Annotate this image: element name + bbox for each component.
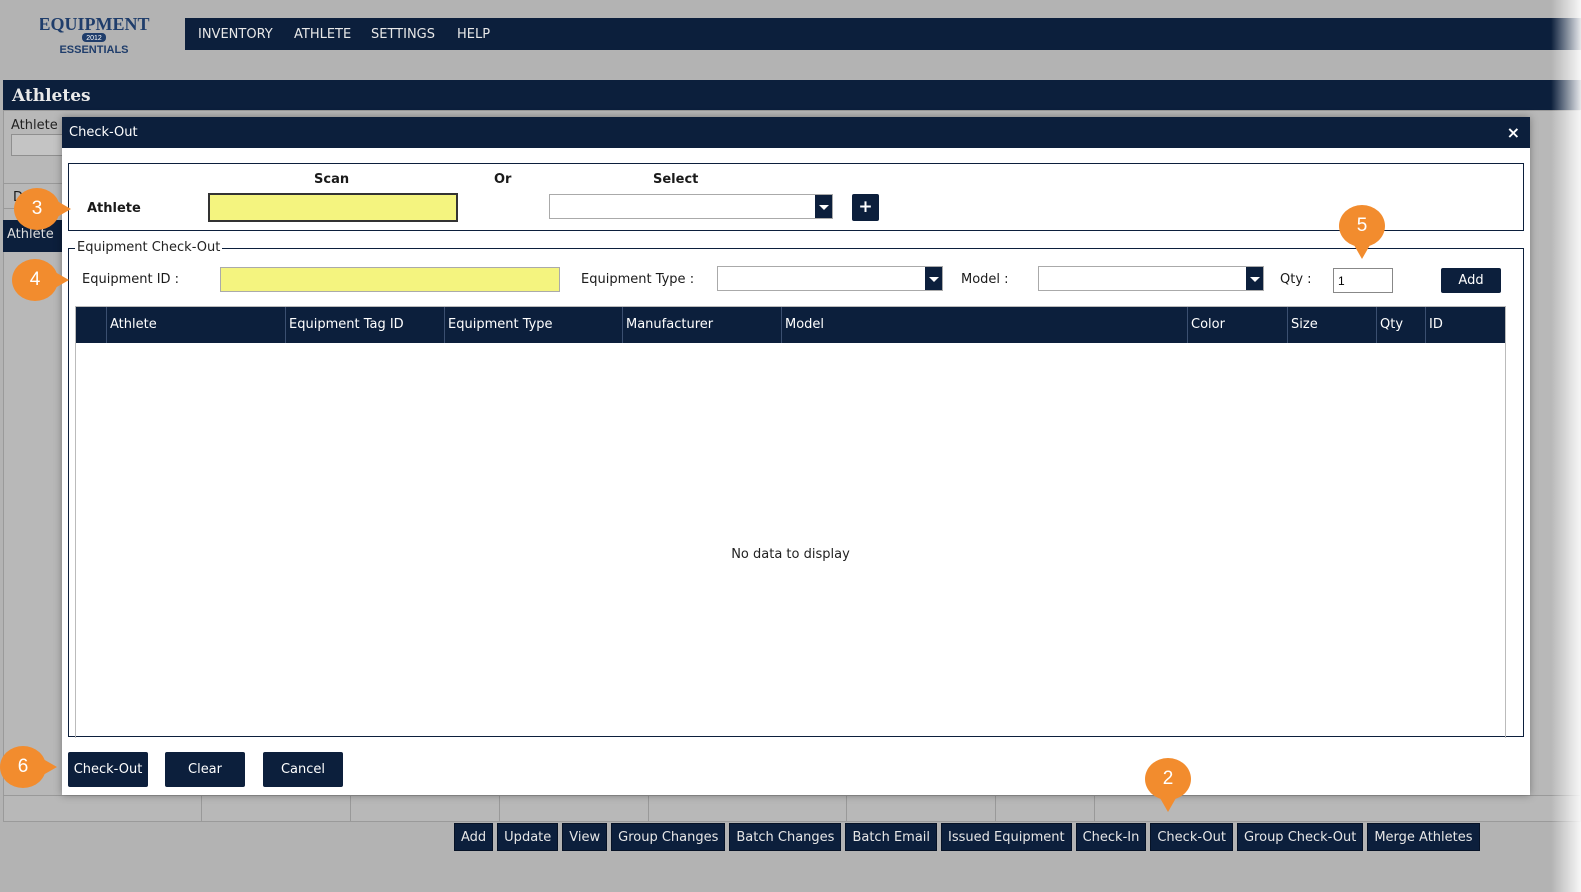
equipment-legend: Equipment Check-Out — [75, 240, 223, 255]
grid-header: Athlete Equipment Tag ID Equipment Type … — [76, 307, 1505, 343]
cancel-button[interactable]: Cancel — [263, 752, 343, 787]
qty-input[interactable] — [1333, 268, 1393, 293]
group-check-out-button[interactable]: Group Check-Out — [1236, 823, 1364, 851]
modal-titlebar: Check-Out × — [62, 117, 1530, 148]
bg-athlete-input[interactable] — [11, 134, 63, 156]
page-title: Athletes — [12, 86, 91, 106]
or-header: Or — [494, 172, 512, 187]
athlete-label: Athlete — [87, 201, 141, 216]
chevron-down-icon[interactable] — [815, 195, 832, 218]
issued-equipment-button[interactable]: Issued Equipment — [941, 823, 1072, 851]
group-changes-button[interactable]: Group Changes — [611, 823, 726, 851]
nav-settings[interactable]: SETTINGS — [371, 27, 435, 42]
select-header: Select — [653, 172, 699, 187]
modal-title: Check-Out — [69, 125, 138, 140]
model-select[interactable] — [1038, 266, 1264, 291]
update-button[interactable]: Update — [497, 823, 559, 851]
bg-grid-row — [3, 795, 1581, 822]
col-id[interactable]: ID — [1425, 307, 1505, 343]
col-size[interactable]: Size — [1287, 307, 1376, 343]
checkout-submit-button[interactable]: Check-Out — [68, 752, 148, 787]
nav-inventory[interactable]: INVENTORY — [198, 27, 273, 42]
athlete-scan-input[interactable] — [208, 193, 458, 222]
callout-marker-5: 5 — [1339, 205, 1385, 259]
batch-email-button[interactable]: Batch Email — [845, 823, 938, 851]
nav-athlete[interactable]: ATHLETE — [294, 27, 351, 42]
clear-button[interactable]: Clear — [165, 752, 245, 787]
logo-line1: EQUIPMENT — [40, 14, 150, 34]
scan-header: Scan — [314, 172, 350, 187]
chevron-down-icon[interactable] — [925, 267, 942, 290]
add-athlete-button[interactable]: + — [852, 194, 879, 221]
check-out-button[interactable]: Check-Out — [1150, 823, 1233, 851]
add-equipment-button[interactable]: Add — [1441, 268, 1501, 293]
equipment-checkout-section: Equipment Check-Out Equipment ID : Equip… — [68, 240, 1524, 738]
edge-shadow — [1551, 0, 1581, 892]
check-in-button[interactable]: Check-In — [1075, 823, 1147, 851]
col-athlete[interactable]: Athlete — [106, 307, 285, 343]
top-navigation: INVENTORY ATHLETE SETTINGS HELP — [185, 18, 1581, 50]
col-color[interactable]: Color — [1187, 307, 1287, 343]
merge-athletes-button[interactable]: Merge Athletes — [1367, 823, 1480, 851]
logo-year: 2012 — [86, 35, 102, 42]
checkout-grid: Athlete Equipment Tag ID Equipment Type … — [75, 306, 1506, 738]
col-model[interactable]: Model — [781, 307, 1187, 343]
col-qty[interactable]: Qty — [1376, 307, 1425, 343]
col-equipment-type[interactable]: Equipment Type — [444, 307, 622, 343]
equipment-id-label: Equipment ID : — [82, 272, 180, 287]
close-icon[interactable]: × — [1507, 123, 1520, 142]
model-label: Model : — [961, 272, 1009, 287]
app-logo[interactable]: EQUIPMENT 2012 ESSENTIALS — [38, 8, 150, 60]
grid-empty-message: No data to display — [731, 547, 850, 562]
callout-marker-2: 2 — [1145, 758, 1191, 812]
athlete-section: Scan Or Select Athlete + — [68, 163, 1524, 231]
col-manufacturer[interactable]: Manufacturer — [622, 307, 781, 343]
equipment-id-input[interactable] — [220, 267, 560, 292]
callout-marker-4: 4 — [12, 259, 69, 301]
callout-marker-6: 6 — [0, 746, 57, 788]
callout-marker-3: 3 — [14, 188, 71, 230]
view-button[interactable]: View — [562, 823, 608, 851]
equipment-type-label: Equipment Type : — [581, 272, 695, 287]
bg-athlete-label: Athlete — [11, 118, 58, 133]
page-header: Athletes — [3, 80, 1581, 110]
chevron-down-icon[interactable] — [1246, 267, 1263, 290]
checkout-modal: Check-Out × Scan Or Select Athlete + Equ… — [62, 117, 1530, 795]
qty-label: Qty : — [1280, 272, 1312, 287]
bottom-toolbar: Add Update View Group Changes Batch Chan… — [454, 823, 1480, 851]
nav-help[interactable]: HELP — [457, 27, 490, 42]
batch-changes-button[interactable]: Batch Changes — [729, 823, 842, 851]
add-button[interactable]: Add — [454, 823, 494, 851]
logo-line2: ESSENTIALS — [59, 44, 128, 56]
equipment-type-select[interactable] — [717, 266, 943, 291]
col-equipment-tag-id[interactable]: Equipment Tag ID — [285, 307, 444, 343]
athlete-select[interactable] — [549, 194, 833, 219]
